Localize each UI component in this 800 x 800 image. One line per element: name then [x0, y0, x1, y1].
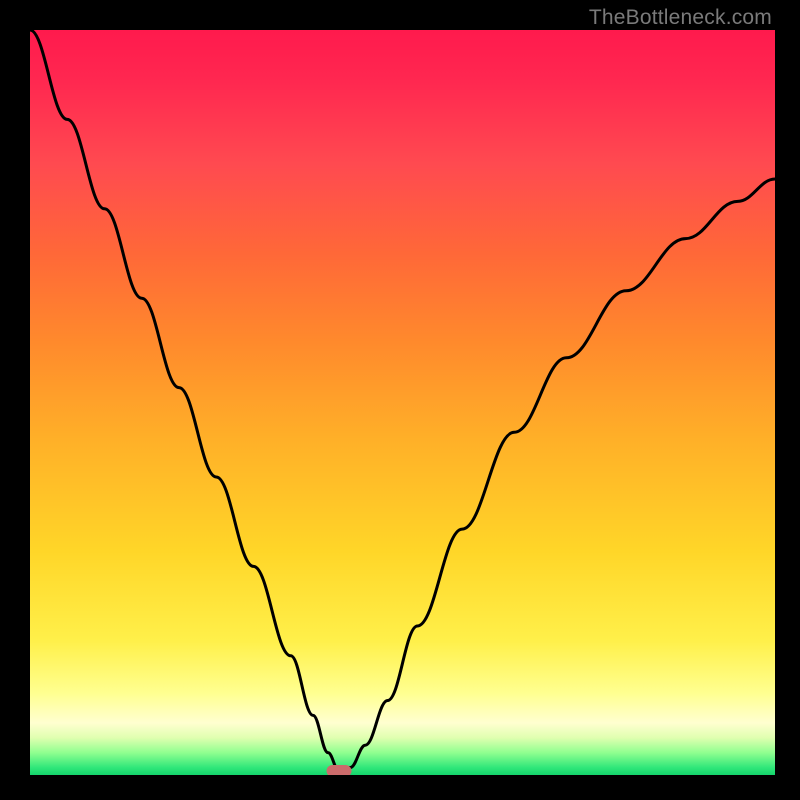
- plot-area: [30, 30, 775, 775]
- bottleneck-curve-svg: [30, 30, 775, 775]
- bottleneck-curve-line: [30, 30, 775, 771]
- chart-container: TheBottleneck.com: [0, 0, 800, 800]
- optimal-point-marker: [327, 765, 352, 775]
- watermark-label: TheBottleneck.com: [589, 6, 772, 30]
